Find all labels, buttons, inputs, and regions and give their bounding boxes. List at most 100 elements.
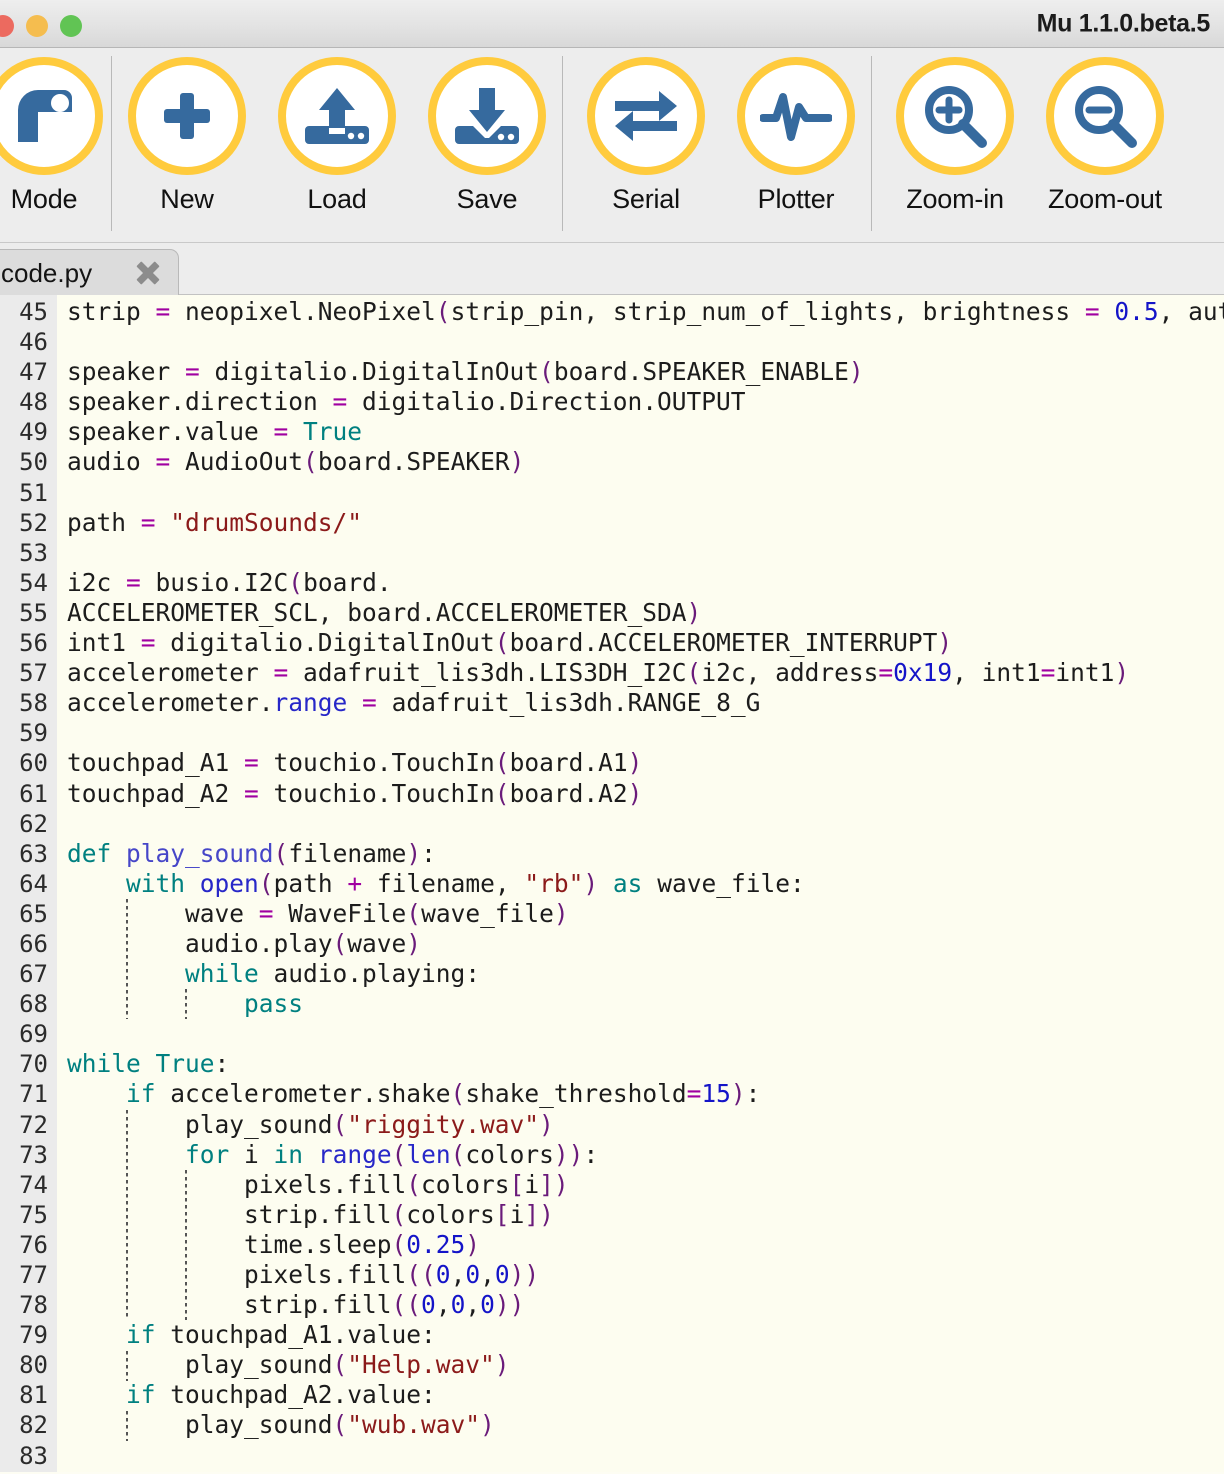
mode-icon [0, 57, 103, 175]
line-number: 71 [19, 1080, 48, 1109]
line-number: 59 [19, 719, 48, 748]
code-area[interactable]: strip = neopixel.NeoPixel(strip_pin, str… [57, 295, 1224, 1472]
code-line: strip.fill((0,0,0)) [67, 1290, 525, 1320]
code-line: time.sleep(0.25) [67, 1229, 481, 1259]
code-line: path = "drumSounds/" [67, 507, 363, 537]
window-titlebar: Mu 1.1.0.beta.5 [0, 0, 1224, 48]
code-line: while audio.playing: [185, 959, 481, 989]
line-number: 49 [19, 418, 48, 447]
upload-icon [278, 57, 396, 175]
new-button-label: New [160, 184, 214, 214]
line-number: 75 [19, 1200, 48, 1229]
tab-code-py[interactable]: code.py [0, 249, 179, 296]
line-number: 81 [19, 1381, 48, 1410]
line-number: 69 [19, 1020, 48, 1049]
line-number: 62 [19, 809, 48, 838]
zoom-out-button-label: Zoom-out [1048, 184, 1162, 214]
code-line: audio = AudioOut(board.SPEAKER) [67, 447, 525, 477]
load-button-label: Load [307, 184, 367, 214]
line-number: 63 [19, 839, 48, 868]
toolbar-group-file: New Load Save [112, 48, 562, 215]
code-line: pixels.fill((0,0,0)) [67, 1260, 540, 1289]
magnifier-plus-icon [896, 57, 1014, 175]
line-number-gutter: 45 46 47 48 49 50 51 52 53 54 55 56 57 58 59 60 61 62 63 64… [0, 295, 57, 1472]
line-number: 58 [19, 689, 48, 718]
line-number: 50 [19, 448, 48, 477]
line-number: 67 [19, 960, 48, 989]
window-title: Mu 1.1.0.beta.5 [1036, 9, 1211, 37]
code-line: if touchpad_A2.value: [126, 1380, 436, 1410]
line-number: 72 [19, 1110, 48, 1139]
line-number: 53 [19, 538, 48, 567]
line-number: 74 [19, 1170, 48, 1199]
code-line: speaker = digitalio.DigitalInOut(board.S… [67, 357, 864, 387]
tab-bar: code.py [0, 243, 1224, 296]
code-line: with open(path + filename, "rb") as wave… [126, 868, 805, 898]
line-number: 77 [19, 1261, 48, 1289]
toolbar-divider-2 [562, 56, 563, 231]
code-line: def play_sound(filename): [67, 838, 436, 868]
line-number: 47 [19, 358, 48, 387]
save-button-label: Save [456, 184, 518, 214]
code-line: if touchpad_A1.value: [126, 1320, 436, 1350]
zoom-in-button-label: Zoom-in [906, 184, 1004, 214]
line-number: 65 [19, 899, 48, 928]
mode-button[interactable]: Mode [0, 48, 111, 215]
line-number: 64 [19, 869, 48, 898]
load-button[interactable]: Load [262, 48, 412, 215]
code-line: pass [244, 989, 304, 1019]
magnifier-minus-icon [1046, 57, 1164, 175]
minimize-window-button[interactable] [26, 15, 48, 37]
code-line: speaker.direction = digitalio.Direction.… [67, 387, 746, 417]
plotter-button[interactable]: Plotter [721, 48, 871, 215]
line-number: 56 [19, 629, 48, 658]
zoom-out-button[interactable]: Zoom-out [1030, 48, 1180, 215]
toolbar-divider-3 [871, 56, 872, 231]
main-toolbar: Mode New Load Save Serial Plotter Zoom-i… [0, 48, 1224, 243]
waveform-icon [737, 57, 855, 175]
code-line: pixels.fill(colors[i]) [67, 1169, 569, 1199]
line-number: 52 [19, 508, 48, 537]
code-line: strip = neopixel.NeoPixel(strip_pin, str… [67, 297, 1224, 326]
plotter-button-label: Plotter [757, 184, 835, 214]
code-line: accelerometer.range = adafruit_lis3dh.RA… [67, 688, 761, 718]
code-line: play_sound("Help.wav") [67, 1350, 510, 1380]
line-number: 68 [19, 990, 48, 1019]
code-editor[interactable]: 45 46 47 48 49 50 51 52 53 54 55 56 57 58 59 60 61 62 63 64… [0, 295, 1224, 1472]
serial-button[interactable]: Serial [571, 48, 721, 215]
line-number: 45 [19, 298, 48, 326]
code-line: play_sound("wub.wav") [67, 1410, 495, 1440]
code-line: speaker.value = True [67, 417, 363, 447]
code-line: touchpad_A1 = touchio.TouchIn(board.A1) [67, 748, 643, 778]
maximize-window-button[interactable] [60, 15, 82, 37]
save-button[interactable]: Save [412, 48, 562, 215]
toolbar-group-io: Serial Plotter [571, 48, 871, 215]
close-window-button[interactable] [0, 15, 14, 37]
line-number: 57 [19, 659, 48, 688]
new-button[interactable]: New [112, 48, 262, 215]
line-number: 51 [19, 478, 48, 507]
code-line: audio.play(wave) [67, 928, 422, 958]
close-icon[interactable] [136, 261, 160, 285]
traffic-lights [0, 15, 82, 37]
line-number: 73 [19, 1140, 48, 1169]
line-number: 70 [19, 1050, 48, 1079]
download-icon [428, 57, 546, 175]
line-number: 60 [19, 749, 48, 778]
line-number: 48 [19, 388, 48, 417]
code-line: ACCELEROMETER_SCL, board.ACCELEROMETER_S… [67, 597, 702, 627]
line-number: 79 [19, 1321, 48, 1350]
line-number: 76 [19, 1230, 48, 1259]
toolbar-group-mode: Mode [0, 48, 111, 215]
serial-button-label: Serial [612, 184, 680, 214]
line-number: 66 [19, 929, 48, 958]
line-number: 83 [19, 1441, 48, 1470]
code-line: for i in range(len(colors)): [185, 1139, 599, 1169]
zoom-in-button[interactable]: Zoom-in [880, 48, 1030, 215]
code-line: i2c = busio.I2C(board. [67, 567, 392, 597]
line-number: 54 [19, 568, 48, 597]
